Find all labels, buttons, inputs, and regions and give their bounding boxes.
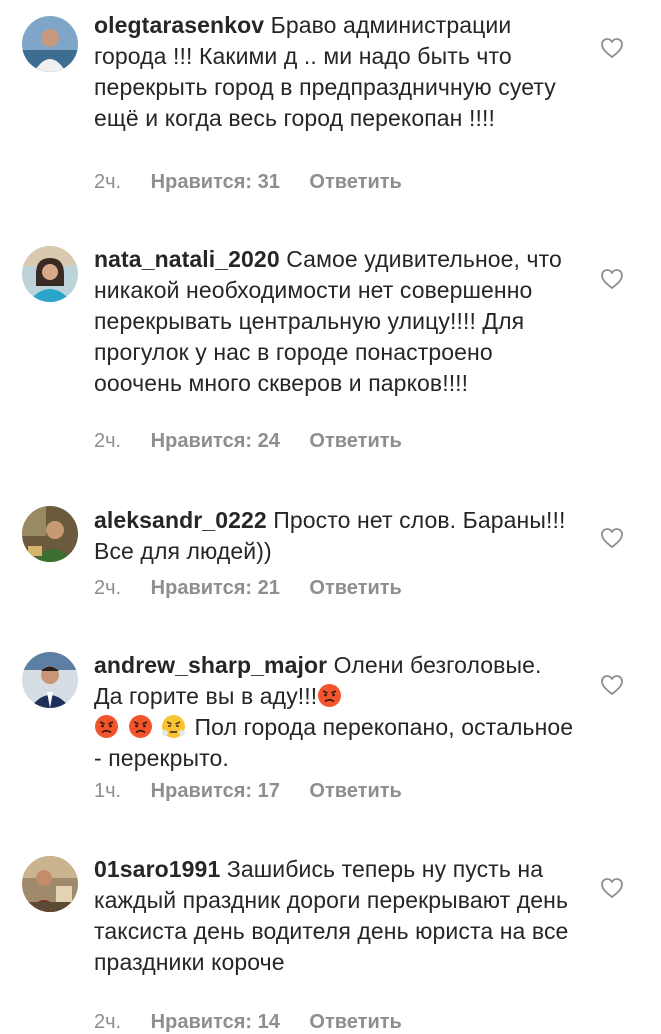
reply-button[interactable]: Ответить — [309, 171, 401, 193]
avatar[interactable] — [22, 652, 78, 708]
reply-button[interactable]: Ответить — [309, 1011, 401, 1033]
reply-button[interactable]: Ответить — [309, 577, 401, 599]
heart-outline-icon[interactable] — [600, 876, 624, 900]
avatar[interactable] — [22, 856, 78, 912]
comment-time: 2ч. — [94, 430, 122, 452]
angry-face-emoji — [94, 714, 119, 739]
likes-count-button[interactable]: Нравится: 31 — [151, 171, 280, 193]
heart-outline-icon[interactable] — [600, 36, 624, 60]
comment-username[interactable]: andrew_sharp_major — [94, 652, 327, 678]
heart-outline-icon[interactable] — [600, 267, 624, 291]
angry-face-emoji — [128, 714, 153, 739]
likes-count-button[interactable]: Нравится: 17 — [151, 780, 280, 802]
comment-time: 1ч. — [94, 780, 122, 802]
avatar[interactable] — [22, 246, 78, 302]
steam-from-nose-emoji — [161, 714, 186, 739]
heart-outline-icon[interactable] — [600, 673, 624, 697]
comment-time: 2ч. — [94, 1011, 122, 1033]
likes-count-button[interactable]: Нравится: 14 — [151, 1011, 280, 1033]
likes-count-button[interactable]: Нравится: 24 — [151, 430, 280, 452]
heart-outline-icon[interactable] — [600, 526, 624, 550]
avatar[interactable] — [22, 506, 78, 562]
angry-face-emoji — [317, 683, 342, 708]
comment-username[interactable]: aleksandr_0222 — [94, 507, 267, 533]
comment-time: 2ч. — [94, 577, 122, 599]
comment-time: 2ч. — [94, 171, 122, 193]
comment-username[interactable]: 01saro1991 — [94, 856, 220, 882]
comment-username[interactable]: olegtarasenkov — [94, 12, 264, 38]
reply-button[interactable]: Ответить — [309, 780, 401, 802]
avatar[interactable] — [22, 16, 78, 72]
comment-username[interactable]: nata_natali_2020 — [94, 246, 280, 272]
reply-button[interactable]: Ответить — [309, 430, 401, 452]
likes-count-button[interactable]: Нравится: 21 — [151, 577, 280, 599]
